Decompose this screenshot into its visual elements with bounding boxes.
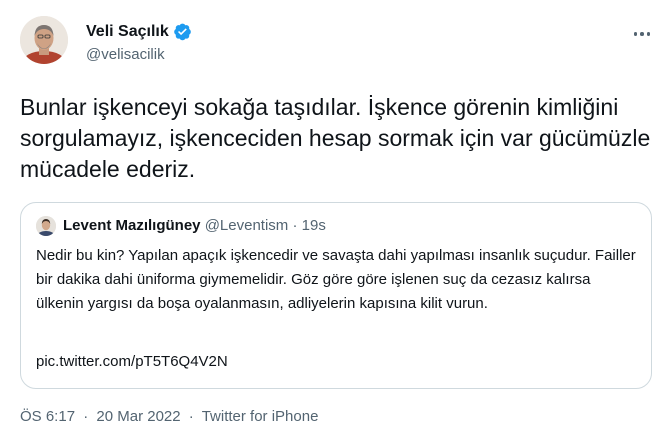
quoted-text: Nedir bu kin? Yapılan apaçık işkencedir …	[36, 247, 636, 312]
author-handle[interactable]: @velisacilik	[86, 46, 165, 63]
quoted-author-name: Levent Mazılıgüney	[63, 217, 201, 234]
quoted-media-link[interactable]: pic.twitter.com/pT5T6Q4V2N	[36, 353, 228, 370]
dot	[640, 32, 644, 36]
author-name[interactable]: Veli Saçılık	[86, 23, 169, 41]
footer-separator: ·	[188, 408, 194, 425]
quoted-header: Levent Mazılıgüney @Leventism · 19s	[63, 217, 326, 234]
author-name-row: Veli Saçılık	[86, 22, 192, 41]
dot	[633, 32, 638, 36]
tweet-date[interactable]: 20 Mar 2022	[96, 408, 180, 425]
quoted-tweet[interactable]: Levent Mazılıgüney @Leventism · 19s Nedi…	[20, 202, 652, 389]
quoted-time: 19s	[301, 217, 326, 234]
tweet-text: Bunlar işkenceyi sokağa taşıdılar. İşken…	[20, 94, 651, 182]
tweet-footer: ÖS 6:17 · 20 Mar 2022 · Twitter for iPho…	[20, 408, 318, 425]
more-options-icon[interactable]	[630, 24, 654, 44]
footer-separator: ·	[83, 408, 89, 425]
tweet-source[interactable]: Twitter for iPhone	[202, 408, 319, 425]
verified-badge-icon	[173, 22, 192, 41]
quoted-author-handle: @Leventism	[204, 217, 289, 234]
quoted-author-avatar	[36, 216, 56, 236]
author-avatar[interactable]	[20, 16, 68, 64]
tweet-time[interactable]: ÖS 6:17	[20, 408, 75, 425]
quoted-separator: ·	[292, 217, 298, 234]
tweet-card: Veli Saçılık @velisacilik Bunlar işkence…	[0, 0, 671, 446]
dot	[646, 32, 651, 36]
